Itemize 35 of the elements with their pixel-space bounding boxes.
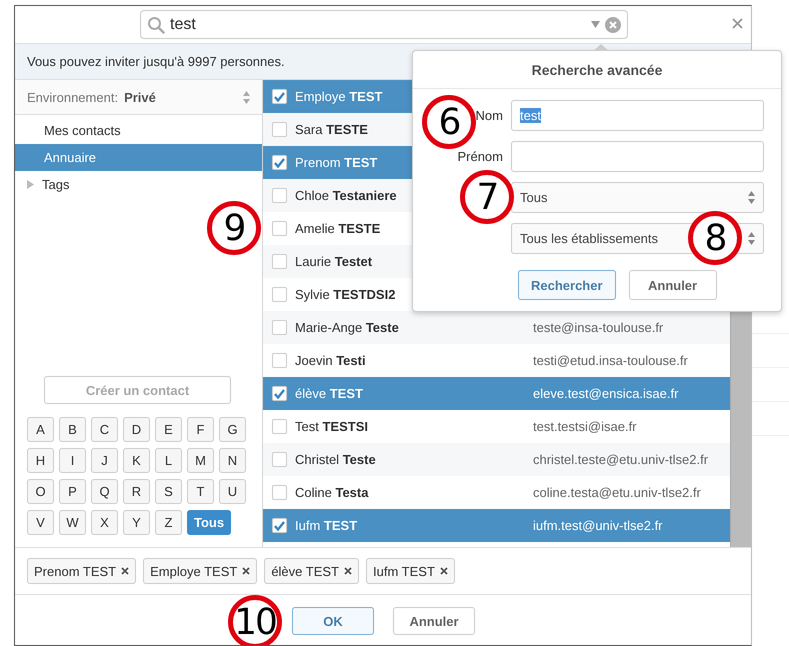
field-label: Nom (476, 108, 503, 123)
contact-name: Sylvie TESTDSI2 (295, 287, 396, 302)
contact-email: iufm.test@univ-tlse2.fr (533, 518, 663, 533)
contact-name: élève TEST (295, 386, 363, 401)
popover-title: Recherche avancée (413, 51, 781, 89)
tag-label: Prenom TEST (34, 564, 116, 578)
contact-name: Laurie Testet (295, 254, 372, 269)
tag-label: Employe TEST (150, 564, 238, 578)
number-callout: 9 (207, 201, 261, 255)
sidebar-item-label: Tags (42, 177, 70, 192)
contact-name: Test TESTSI (295, 419, 368, 434)
contact-name: Marie-Ange Teste (295, 320, 399, 335)
contact-name: Joevin Testi (295, 353, 366, 368)
contact-name: Amelie TESTE (295, 221, 380, 236)
field-label: Prénom (457, 149, 503, 164)
contact-email: eleve.test@ensica.isae.fr (533, 386, 678, 401)
contact-name: Sara TESTE (295, 122, 368, 137)
contact-name: Iufm TEST (295, 518, 358, 533)
number-callout: 8 (688, 211, 742, 265)
invite-limit-text: Vous pouvez inviter jusqu'à 9997 personnes. (27, 54, 285, 69)
tag-label: Iufm TEST (373, 564, 435, 578)
contact-email: coline.testa@etu.univ-tlse2.fr (533, 485, 701, 500)
tag-label: élève TEST (271, 564, 339, 578)
contact-email: teste@insa-toulouse.fr (533, 320, 664, 335)
number-callout: 6 (422, 95, 476, 149)
number-callout: 10 (228, 595, 282, 645)
contact-name: Coline Testa (295, 485, 368, 500)
number-callout: 7 (460, 170, 514, 224)
contact-email: christel.teste@etu.univ-tlse2.fr (533, 452, 708, 467)
contact-name: Prenom TEST (295, 155, 378, 170)
contact-name: Christel Teste (295, 452, 376, 467)
contact-email: test.testsi@isae.fr (533, 419, 637, 434)
contact-email: testi@etud.insa-toulouse.fr (533, 353, 688, 368)
contact-name: Employe TEST (295, 89, 382, 104)
contact-name: Chloe Testaniere (295, 188, 397, 203)
